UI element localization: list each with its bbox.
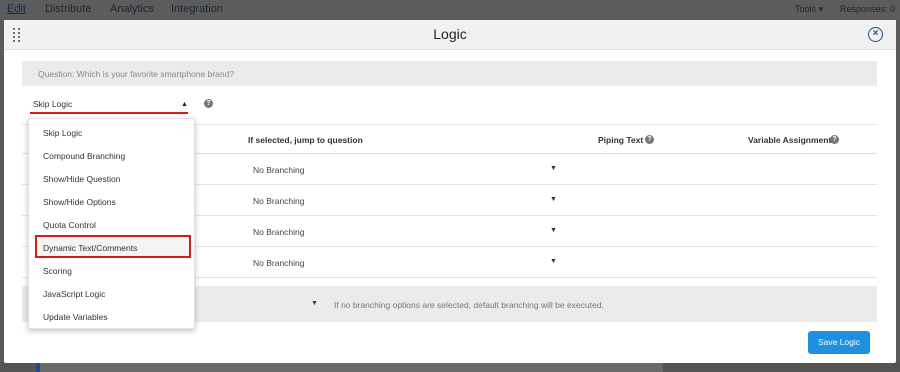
top-navigation: Edit Distribute Analytics Integration To… [0, 0, 900, 20]
branch-select[interactable]: No Branching [253, 196, 305, 206]
branch-select[interactable]: No Branching [253, 165, 305, 175]
default-branching-note: If no branching options are selected, de… [334, 300, 604, 310]
option-label: Dynamic Text/Comments [43, 243, 138, 253]
option-label: Quota Control [43, 220, 96, 230]
nav-edit[interactable]: Edit [7, 3, 26, 15]
caret-down-icon[interactable]: ▼ [550, 196, 557, 203]
close-icon[interactable]: × [868, 27, 883, 42]
tools-menu[interactable]: Tools ▾ [795, 4, 823, 15]
option-label: Show/Hide Options [43, 197, 116, 207]
option-quota-control[interactable]: Quota Control [29, 212, 194, 235]
option-label: Update Variables [43, 312, 108, 322]
nav-analytics[interactable]: Analytics [110, 3, 154, 15]
logic-type-dropdown: Skip Logic Compound Branching Show/Hide … [28, 118, 195, 329]
caret-down-icon[interactable]: ▼ [311, 300, 318, 307]
option-scoring[interactable]: Scoring [29, 258, 194, 281]
branch-select[interactable]: No Branching [253, 227, 305, 237]
header-piping: Piping Text [598, 135, 644, 145]
caret-down-icon[interactable]: ▼ [550, 165, 557, 172]
caret-down-icon[interactable]: ▼ [550, 258, 557, 265]
help-icon[interactable]: ? [204, 99, 213, 108]
option-dynamic-text-comments[interactable]: Dynamic Text/Comments [35, 235, 191, 258]
nav-integration[interactable]: Integration [171, 3, 223, 15]
logic-type-value: Skip Logic [33, 99, 73, 109]
option-label: Compound Branching [43, 151, 126, 161]
option-update-variables[interactable]: Update Variables [29, 304, 194, 327]
caret-down-icon[interactable]: ▼ [550, 227, 557, 234]
responses-count: Responses: 0 [840, 4, 896, 14]
option-compound-branching[interactable]: Compound Branching [29, 143, 194, 166]
option-label: Skip Logic [43, 128, 83, 138]
option-label: Scoring [43, 266, 72, 276]
variable-help-icon[interactable]: ? [830, 135, 839, 144]
logic-type-select[interactable]: Skip Logic ▲ [30, 97, 188, 115]
modal-title: Logic [433, 26, 467, 42]
option-show-hide-question[interactable]: Show/Hide Question [29, 166, 194, 189]
nav-distribute[interactable]: Distribute [45, 3, 91, 15]
page-backdrop [0, 362, 900, 372]
question-text: Question: Which is your favorite smartph… [38, 69, 235, 79]
piping-help-icon[interactable]: ? [645, 135, 654, 144]
option-show-hide-options[interactable]: Show/Hide Options [29, 189, 194, 212]
save-logic-button[interactable]: Save Logic [808, 331, 870, 354]
option-label: JavaScript Logic [43, 289, 106, 299]
option-skip-logic[interactable]: Skip Logic [29, 120, 194, 143]
caret-up-icon: ▲ [181, 101, 188, 108]
option-label: Show/Hide Question [43, 174, 121, 184]
select-underline [30, 112, 188, 114]
header-variable: Variable Assignment [748, 135, 832, 145]
question-bar: Question: Which is your favorite smartph… [22, 61, 877, 86]
backdrop-panel [40, 362, 663, 372]
option-javascript-logic[interactable]: JavaScript Logic [29, 281, 194, 304]
branch-select[interactable]: No Branching [253, 258, 305, 268]
modal-header: Logic × [4, 20, 896, 50]
header-jump: If selected, jump to question [248, 135, 363, 145]
